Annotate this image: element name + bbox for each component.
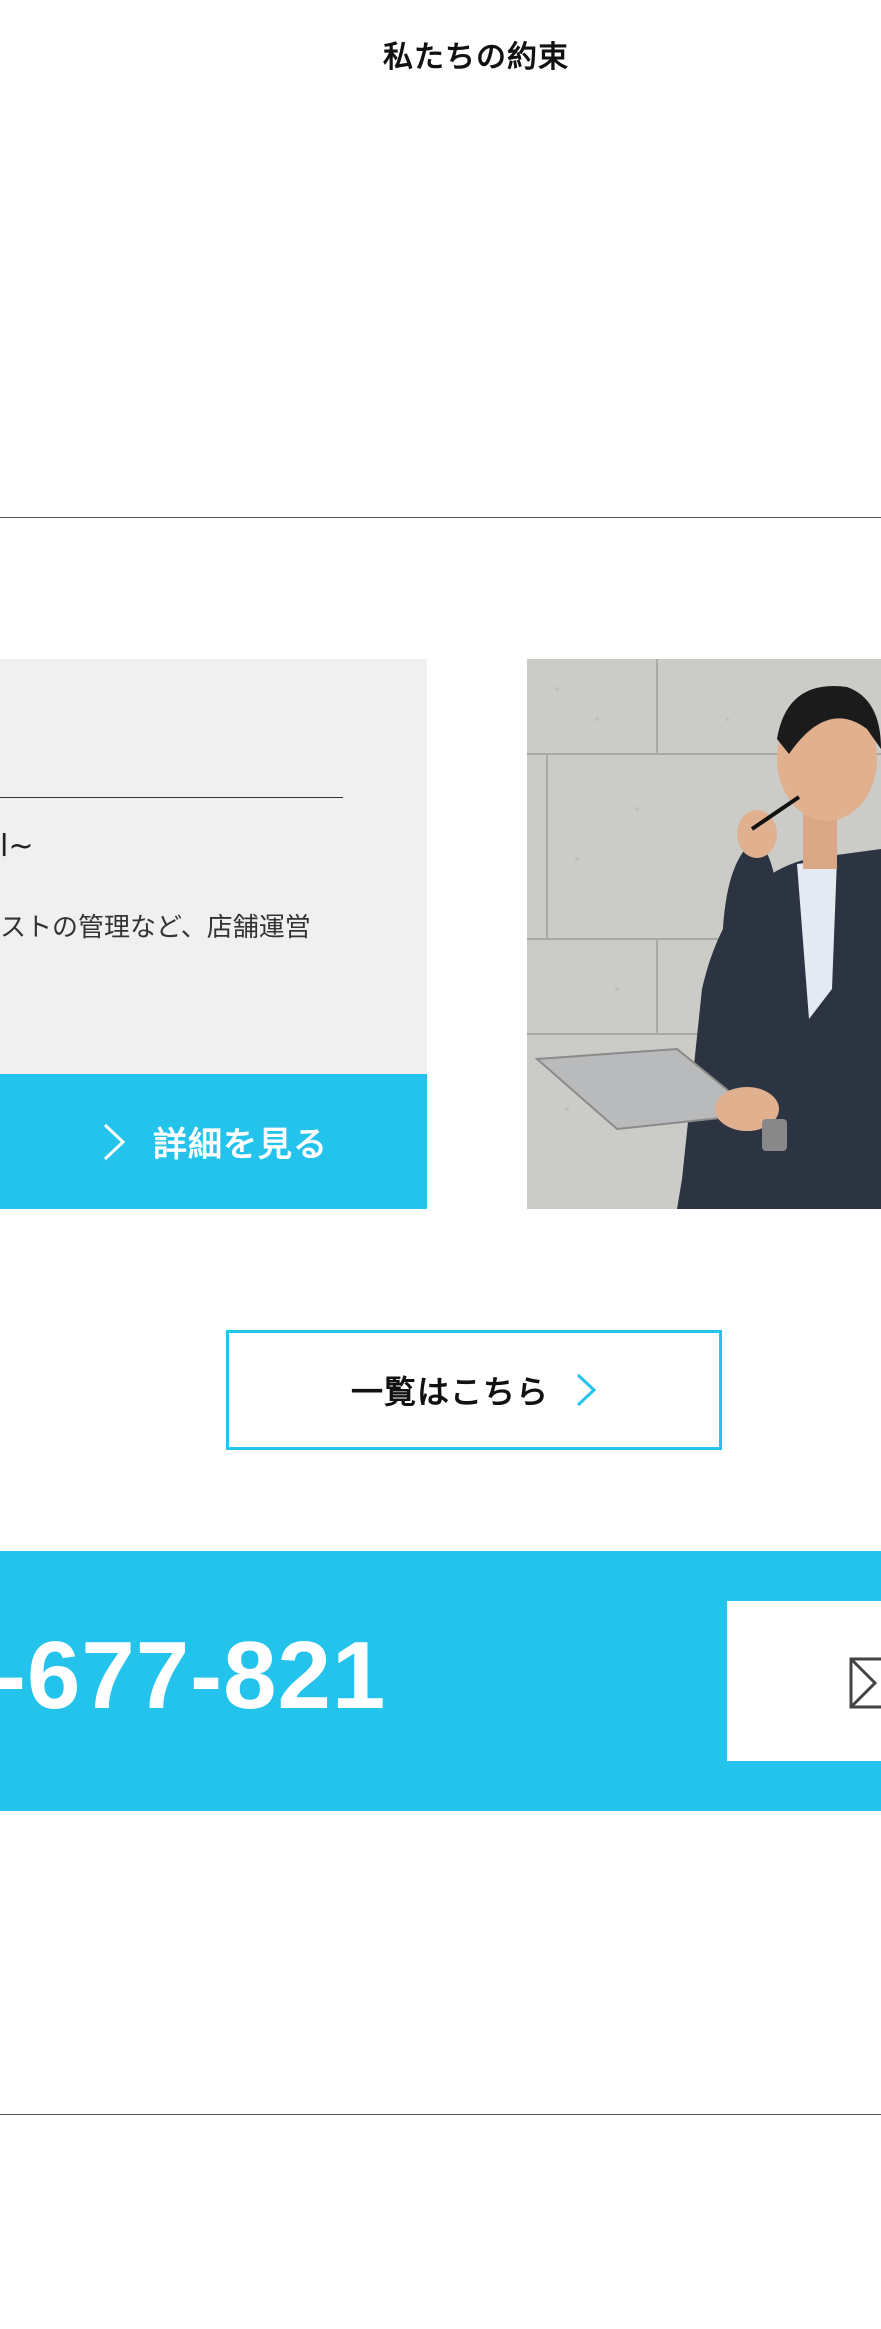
view-list-button-label: 一覧はこちら: [350, 1373, 549, 1411]
card-title-divider: [0, 797, 343, 798]
chevron-right-icon: [576, 1373, 597, 1407]
contact-band: -677-821: [0, 1551, 881, 1811]
mail-icon: [849, 1657, 881, 1709]
detail-button-label: 詳細を見る: [153, 1125, 328, 1165]
card-description: ストの管理など、店舗運営: [0, 913, 311, 943]
mail-contact-button[interactable]: [727, 1601, 881, 1761]
nav-link-promise[interactable]: 私たちの約束: [368, 36, 584, 80]
view-list-button[interactable]: 一覧はこちら: [226, 1330, 722, 1450]
section-divider-bottom: [0, 2114, 881, 2115]
page: 私たちの約束 l~ ストの管理など、店舗運営 詳細を見る 一覧はこちら -677…: [0, 0, 881, 2329]
businessman-photo: [527, 659, 881, 1209]
service-card: l~ ストの管理など、店舗運営 詳細を見る: [0, 659, 427, 1209]
card-title: l~: [0, 829, 34, 864]
phone-number[interactable]: -677-821: [0, 1591, 386, 1761]
chevron-right-icon: [103, 1123, 126, 1160]
section-divider-top: [0, 517, 881, 518]
detail-button[interactable]: 詳細を見る: [0, 1074, 427, 1209]
